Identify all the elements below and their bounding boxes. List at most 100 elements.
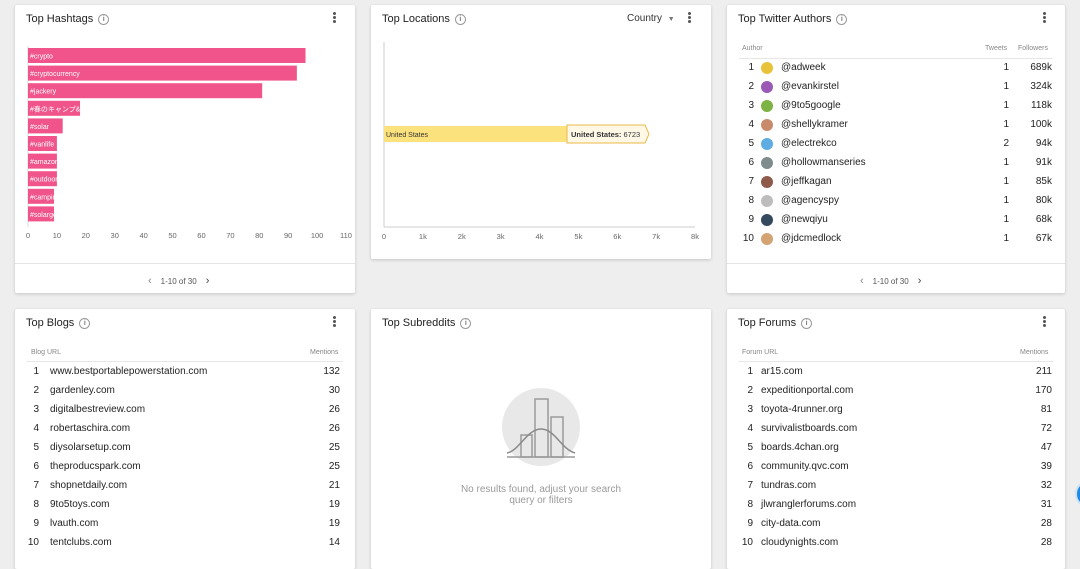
avatar (761, 176, 773, 188)
blog-row[interactable]: 8 9to5toys.com 19 (15, 495, 355, 514)
prev-page-icon[interactable]: ‹ (860, 275, 864, 287)
name-text[interactable]: @electrekco (781, 134, 837, 153)
url-text[interactable]: toyota-4runner.org (761, 400, 843, 419)
forum-row[interactable]: 1 ar15.com 211 (727, 362, 1065, 381)
next-page-icon[interactable]: › (918, 275, 922, 287)
forum-row[interactable]: 8 jlwranglerforums.com 31 (727, 495, 1065, 514)
url-text[interactable]: 9to5toys.com (50, 495, 109, 514)
more-options-icon[interactable] (327, 11, 341, 25)
floating-action-button[interactable] (1075, 480, 1080, 508)
url-text[interactable]: expeditionportal.com (761, 381, 853, 400)
forum-row[interactable]: 7 tundras.com 32 (727, 476, 1065, 495)
x-tick-label: 6k (613, 232, 621, 241)
url-text[interactable]: boards.4chan.org (761, 438, 839, 457)
row-index: 3 (33, 404, 39, 415)
forum-url-column-header: Forum URL (742, 349, 779, 356)
url-text[interactable]: digitalbestreview.com (50, 400, 145, 419)
url-text[interactable]: survivalistboards.com (761, 419, 857, 438)
twitter-author-row[interactable]: 6 @hollowmanseries 1 91k (727, 153, 1065, 172)
url-text[interactable]: city-data.com (761, 514, 820, 533)
blog-row[interactable]: 5 diysolarsetup.com 25 (15, 438, 355, 457)
x-tick-label: 4k (536, 232, 544, 241)
name-text[interactable]: @agencyspy (781, 191, 839, 210)
forum-row[interactable]: 3 toyota-4runner.org 81 (727, 400, 1065, 419)
more-options-icon[interactable] (1037, 11, 1051, 25)
url-text[interactable]: shopnetdaily.com (50, 476, 127, 495)
info-icon[interactable]: i (79, 317, 91, 329)
forum-row[interactable]: 2 expeditionportal.com 170 (727, 381, 1065, 400)
url-text[interactable]: robertaschira.com (50, 419, 130, 438)
name-text[interactable]: @9to5google (781, 96, 841, 115)
x-tick-label: 3k (497, 232, 505, 241)
forum-row[interactable]: 5 boards.4chan.org 47 (727, 438, 1065, 457)
twitter-author-row[interactable]: 10 @jdcmedlock 1 67k (727, 229, 1065, 248)
forum-row[interactable]: 4 survivalistboards.com 72 (727, 419, 1065, 438)
blog-row[interactable]: 7 shopnetdaily.com 21 (15, 476, 355, 495)
url-text[interactable]: tentclubs.com (50, 533, 112, 552)
more-options-icon[interactable] (327, 315, 341, 329)
row-index: 3 (747, 404, 753, 415)
empty-state-line-2: query or filters (509, 495, 573, 506)
blog-row[interactable]: 2 gardenley.com 30 (15, 381, 355, 400)
more-options-icon[interactable] (682, 11, 696, 25)
twitter-author-row[interactable]: 4 @shellykramer 1 100k (727, 115, 1065, 134)
twitter-author-row[interactable]: 7 @jeffkagan 1 85k (727, 172, 1065, 191)
name-text[interactable]: @jeffkagan (781, 172, 832, 191)
avatar (761, 81, 773, 93)
top-subreddits-title: Top Subreddits (382, 317, 456, 329)
url-text[interactable]: theproducspark.com (50, 457, 141, 476)
blog-row[interactable]: 10 tentclubs.com 14 (15, 533, 355, 552)
twitter-author-row[interactable]: 2 @evankirstel 1 324k (727, 77, 1065, 96)
hashtag-bar-label: #cryptocurrency (30, 71, 80, 78)
info-icon[interactable]: i (454, 13, 466, 25)
twitter-author-row[interactable]: 8 @agencyspy 1 80k (727, 191, 1065, 210)
twitter-pagination: ‹ 1-10 of 30 › (851, 275, 930, 287)
hashtag-bar[interactable] (28, 83, 263, 99)
blog-row[interactable]: 9 lvauth.com 19 (15, 514, 355, 533)
row-index: 2 (747, 385, 753, 396)
info-icon[interactable]: i (801, 317, 813, 329)
avatar (761, 214, 773, 226)
row-index: 10 (27, 537, 39, 548)
url-text[interactable]: diysolarsetup.com (50, 438, 131, 457)
more-options-icon[interactable] (1037, 315, 1051, 329)
blog-row[interactable]: 6 theproducspark.com 25 (15, 457, 355, 476)
twitter-author-row[interactable]: 3 @9to5google 1 118k (727, 96, 1065, 115)
top-subreddits-card: Top Subreddits i No results found, adjus… (371, 309, 711, 569)
url-text[interactable]: ar15.com (761, 362, 803, 381)
name-text[interactable]: @adweek (781, 58, 826, 77)
name-text[interactable]: @jdcmedlock (781, 229, 841, 248)
info-icon[interactable]: i (98, 13, 110, 25)
url-text[interactable]: gardenley.com (50, 381, 115, 400)
name-text[interactable]: @shellykramer (781, 115, 848, 134)
name-text[interactable]: @hollowmanseries (781, 153, 866, 172)
url-text[interactable]: tundras.com (761, 476, 816, 495)
twitter-author-row[interactable]: 9 @newqiyu 1 68k (727, 210, 1065, 229)
url-text[interactable]: jlwranglerforums.com (761, 495, 856, 514)
blog-row[interactable]: 1 www.bestportablepowerstation.com 132 (15, 362, 355, 381)
info-icon[interactable]: i (460, 317, 472, 329)
url-text[interactable]: www.bestportablepowerstation.com (50, 362, 207, 381)
info-icon[interactable]: i (836, 13, 848, 25)
x-tick-label: 60 (197, 231, 205, 240)
url-text[interactable]: lvauth.com (50, 514, 98, 533)
forum-row[interactable]: 9 city-data.com 28 (727, 514, 1065, 533)
twitter-author-row[interactable]: 5 @electrekco 2 94k (727, 134, 1065, 153)
name-text[interactable]: @newqiyu (781, 210, 828, 229)
name-text[interactable]: @evankirstel (781, 77, 839, 96)
blog-row[interactable]: 4 robertaschira.com 26 (15, 419, 355, 438)
row-index: 7 (748, 176, 754, 187)
tooltip-value: 6723 (624, 130, 641, 139)
next-page-icon[interactable]: › (206, 275, 210, 287)
url-text[interactable]: community.qvc.com (761, 457, 849, 476)
prev-page-icon[interactable]: ‹ (148, 275, 152, 287)
url-text[interactable]: cloudynights.com (761, 533, 838, 552)
hashtag-bar[interactable] (28, 48, 306, 63)
forum-row[interactable]: 10 cloudynights.com 28 (727, 533, 1065, 552)
twitter-author-row[interactable]: 1 @adweek 1 689k (727, 58, 1065, 77)
blog-row[interactable]: 3 digitalbestreview.com 26 (15, 400, 355, 419)
country-dropdown[interactable]: Country ▼ (627, 13, 675, 24)
row-index: 1 (747, 366, 753, 377)
avatar (761, 233, 773, 245)
forum-row[interactable]: 6 community.qvc.com 39 (727, 457, 1065, 476)
